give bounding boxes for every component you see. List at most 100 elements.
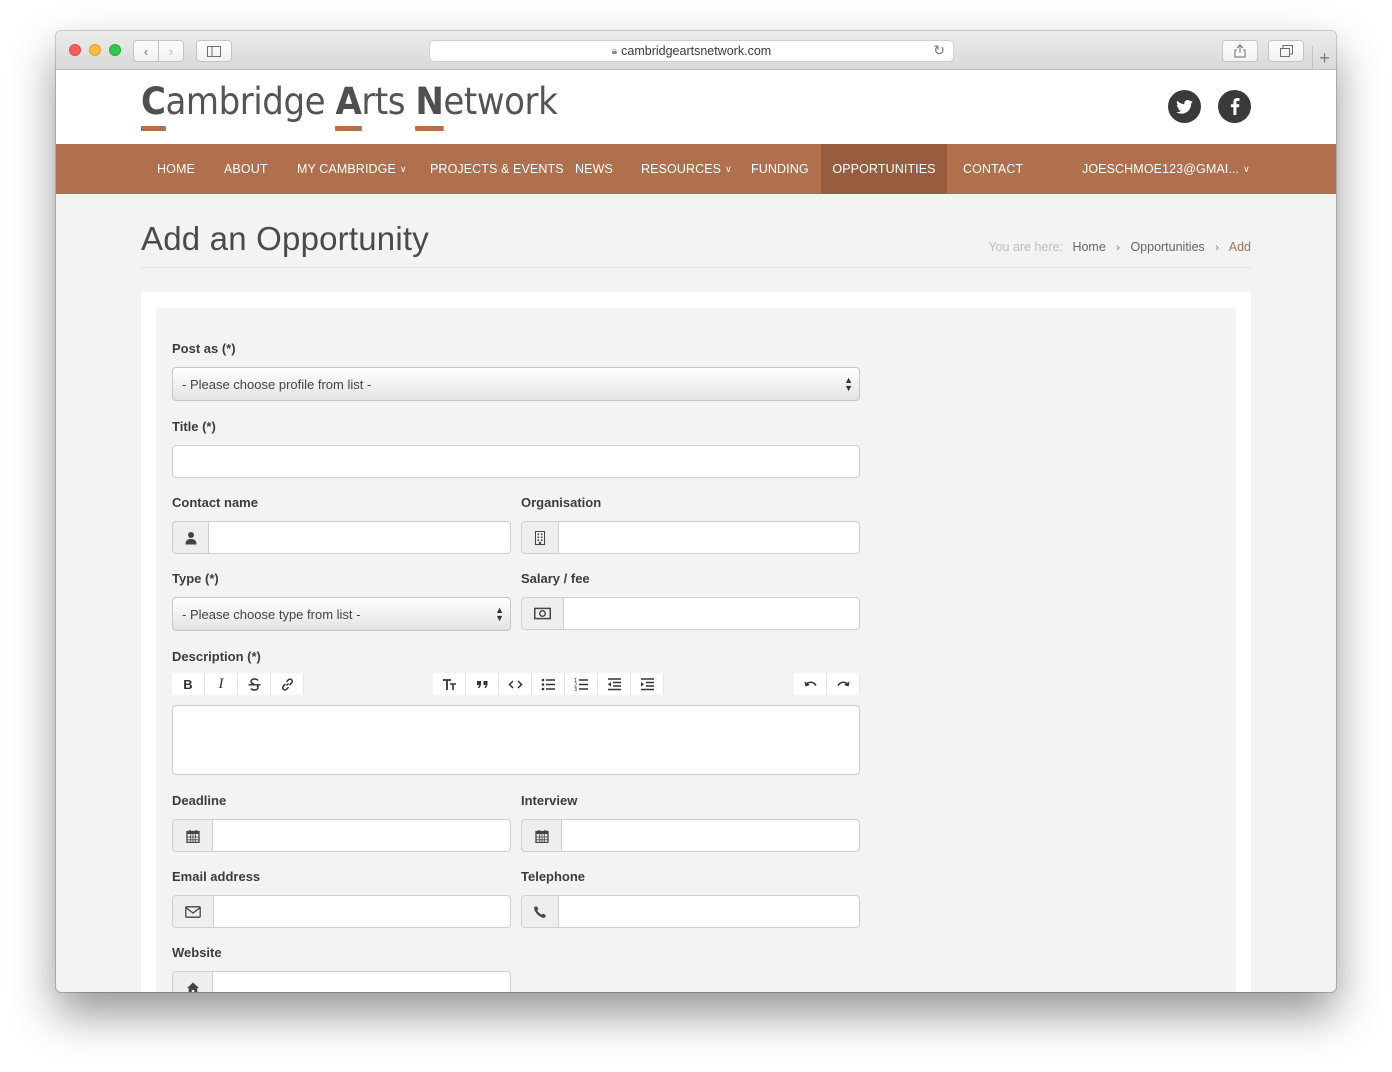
website-input[interactable] (213, 971, 511, 992)
nav-item-contact[interactable]: CONTACT (963, 144, 1023, 194)
new-tab-button[interactable]: + (1312, 46, 1336, 70)
italic-icon: I (218, 675, 224, 692)
link-button[interactable] (271, 673, 304, 695)
tab-overview-button[interactable] (1268, 40, 1304, 62)
deadline-addon[interactable] (172, 819, 213, 852)
chevron-right-icon: › (1116, 242, 1120, 254)
money-icon (534, 607, 551, 620)
email-addon (172, 895, 214, 928)
salary-input[interactable] (564, 597, 860, 630)
share-button[interactable] (1222, 40, 1258, 62)
chevron-right-icon: › (168, 43, 174, 59)
post-as-select[interactable]: - Please choose profile from list - ▲ ▼ (172, 367, 860, 401)
address-bar[interactable]: 🔒︎ cambridgeartsnetwork.com ↻ (429, 40, 954, 62)
tabs-icon (1279, 45, 1293, 57)
user-icon (185, 531, 196, 544)
nav-item-user-account[interactable]: JOESCHMOE123@GMAI... ∨ (1082, 144, 1250, 194)
close-window-button[interactable] (69, 44, 81, 56)
organisation-label: Organisation (521, 495, 602, 510)
quote-button[interactable] (466, 673, 499, 695)
bold-button[interactable]: B (172, 673, 205, 695)
interview-addon[interactable] (521, 819, 562, 852)
heading-button[interactable] (433, 673, 466, 695)
chevron-down-icon: ∨ (1243, 163, 1250, 174)
browser-titlebar: ‹ › 🔒︎ cambridgeartsnetwork.com ↻ + (56, 31, 1336, 70)
phone-icon (534, 905, 546, 918)
maximize-window-button[interactable] (109, 44, 121, 56)
nav-item-news[interactable]: NEWS (575, 144, 613, 194)
strikethrough-button[interactable] (238, 673, 271, 695)
organisation-addon (521, 521, 559, 554)
facebook-link[interactable] (1218, 90, 1251, 123)
nav-item-my-cambridge[interactable]: MY CAMBRIDGE ∨ (297, 144, 407, 194)
bullet-list-button[interactable] (532, 673, 565, 695)
description-editor[interactable] (172, 705, 860, 775)
reload-icon[interactable]: ↻ (933, 42, 945, 59)
code-button[interactable] (499, 673, 532, 695)
undo-button[interactable] (794, 673, 827, 695)
logo-letter-c: C (141, 80, 166, 123)
title-label: Title (*) (172, 419, 216, 434)
title-input[interactable] (172, 445, 860, 478)
logo-word-cambridge: ambridge (165, 80, 336, 123)
nav-label: MY CAMBRIDGE (297, 162, 396, 176)
nav-item-opportunities[interactable]: OPPORTUNITIES (821, 144, 947, 194)
type-selected-value: - Please choose type from list - (182, 606, 361, 622)
description-label: Description (*) (172, 649, 261, 664)
lock-icon: 🔒︎ (611, 45, 618, 57)
outdent-icon (607, 677, 621, 690)
logo-word-network: etwork (443, 80, 558, 123)
site-logo[interactable]: Cambridge Arts Network (141, 80, 558, 123)
post-as-label: Post as (*) (172, 341, 236, 356)
organisation-input[interactable] (559, 521, 860, 554)
chevron-down-icon: ∨ (725, 163, 732, 174)
breadcrumb-lead: You are here: (988, 240, 1063, 254)
strikethrough-icon (248, 677, 260, 691)
main-nav: HOME ABOUT MY CAMBRIDGE ∨ PROJECTS & EVEN… (56, 144, 1336, 194)
nav-item-funding[interactable]: FUNDING (751, 144, 809, 194)
user-email-label: JOESCHMOE123@GMAI... (1082, 162, 1240, 176)
back-button[interactable]: ‹ (133, 40, 159, 62)
nav-label: NEWS (575, 162, 613, 176)
deadline-label: Deadline (172, 793, 227, 808)
nav-item-home[interactable]: HOME (157, 144, 195, 194)
nav-item-about[interactable]: ABOUT (224, 144, 268, 194)
breadcrumb-opportunities[interactable]: Opportunities (1130, 240, 1204, 254)
plus-icon: + (1319, 47, 1330, 68)
nav-label: OPPORTUNITIES (832, 162, 936, 176)
minimize-window-button[interactable] (89, 44, 101, 56)
interview-input[interactable] (562, 819, 860, 852)
italic-button[interactable]: I (205, 673, 238, 695)
salary-label: Salary / fee (521, 571, 590, 586)
redo-button[interactable] (827, 673, 860, 695)
nav-item-projects-events[interactable]: PROJECTS & EVENTS (430, 144, 564, 194)
numbered-list-button[interactable]: 123 (565, 673, 598, 695)
bullet-list-icon (541, 678, 555, 690)
telephone-input[interactable] (559, 895, 860, 928)
type-select[interactable]: - Please choose type from list - ▲ ▼ (172, 597, 511, 631)
outdent-button[interactable] (598, 673, 631, 695)
contact-name-input[interactable] (209, 521, 511, 554)
code-icon (507, 679, 523, 689)
quote-icon (476, 680, 487, 688)
website-label: Website (172, 945, 222, 960)
chevron-down-icon: ∨ (399, 163, 407, 174)
forward-button[interactable]: › (158, 40, 184, 62)
envelope-icon (185, 905, 201, 918)
share-icon (1234, 44, 1246, 58)
nav-item-resources[interactable]: RESOURCES ∨ (641, 144, 732, 194)
select-arrows-icon: ▲ ▼ (844, 375, 853, 393)
text-size-icon (442, 678, 456, 690)
breadcrumb-home[interactable]: Home (1072, 240, 1105, 254)
form-panel-inner (156, 308, 1236, 992)
twitter-link[interactable] (1168, 90, 1201, 123)
indent-button[interactable] (631, 673, 664, 695)
contact-addon (172, 521, 209, 554)
undo-icon (804, 680, 817, 686)
telephone-label: Telephone (521, 869, 586, 884)
nav-label: FUNDING (751, 162, 809, 176)
email-input[interactable] (214, 895, 511, 928)
deadline-input[interactable] (213, 819, 511, 852)
sidebar-toggle-button[interactable] (196, 40, 232, 62)
indent-icon (640, 677, 654, 690)
